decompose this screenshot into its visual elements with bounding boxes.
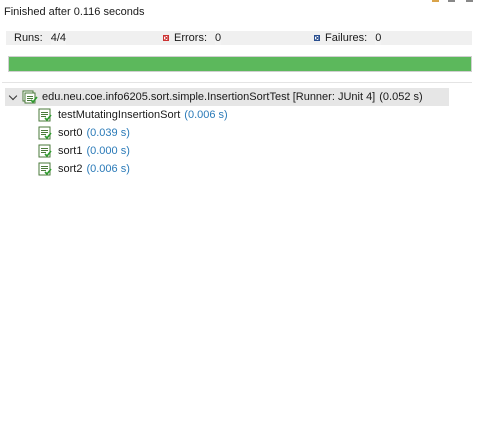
failures-value: 0: [375, 31, 382, 45]
errors-value: 0: [215, 31, 222, 45]
failure-icon: [314, 35, 320, 41]
toolbar-fragment: [430, 0, 479, 3]
test-name: testMutatingInsertionSort: [58, 109, 181, 121]
divider: [2, 82, 472, 83]
test-passed-icon: [38, 162, 52, 176]
toolbar-icon-fragment[interactable]: [466, 0, 473, 2]
toolbar-icon-fragment[interactable]: [432, 0, 439, 2]
test-time: (0.006 s): [184, 109, 228, 121]
test-name: sort0: [58, 127, 83, 139]
errors-counter: Errors: 0: [163, 31, 222, 45]
runs-value: 4/4: [50, 31, 67, 45]
runs-counter: Runs: 4/4: [14, 31, 67, 45]
runs-label: Runs:: [14, 32, 43, 44]
test-passed-icon: [38, 108, 52, 122]
test-name: sort2: [58, 163, 83, 175]
test-name: sort1: [58, 145, 83, 157]
tree-row-test[interactable]: sort2 (0.006 s): [0, 160, 479, 178]
progress-fill: [9, 57, 471, 71]
tree-row-test[interactable]: testMutatingInsertionSort (0.006 s): [0, 106, 479, 124]
tree-row-test-suite[interactable]: edu.neu.coe.info6205.sort.simple.Inserti…: [5, 88, 449, 106]
test-suite-passed-icon: [22, 90, 38, 104]
suite-time: (0.052 s): [379, 91, 423, 103]
tree-row-test[interactable]: sort0 (0.039 s): [0, 124, 479, 142]
failures-label: Failures:: [325, 32, 368, 44]
errors-label: Errors:: [174, 32, 207, 44]
failures-counter: Failures: 0: [314, 31, 382, 45]
test-time: (0.000 s): [86, 145, 130, 157]
test-results-tree: edu.neu.coe.info6205.sort.simple.Inserti…: [0, 88, 479, 178]
chevron-down-icon[interactable]: [8, 92, 18, 102]
status-finished-text: Finished after 0.116 seconds: [4, 6, 145, 18]
test-progress-bar: [8, 56, 472, 72]
test-passed-icon: [38, 126, 52, 140]
tree-row-test[interactable]: sort1 (0.000 s): [0, 142, 479, 160]
toolbar-icon-fragment[interactable]: [448, 0, 455, 2]
error-icon: [163, 35, 169, 41]
suite-name: edu.neu.coe.info6205.sort.simple.Inserti…: [42, 91, 376, 103]
test-passed-icon: [38, 144, 52, 158]
test-time: (0.039 s): [86, 127, 130, 139]
test-time: (0.006 s): [86, 163, 130, 175]
test-counters-bar: Runs: 4/4 Errors: 0 Failures: 0: [6, 31, 472, 45]
